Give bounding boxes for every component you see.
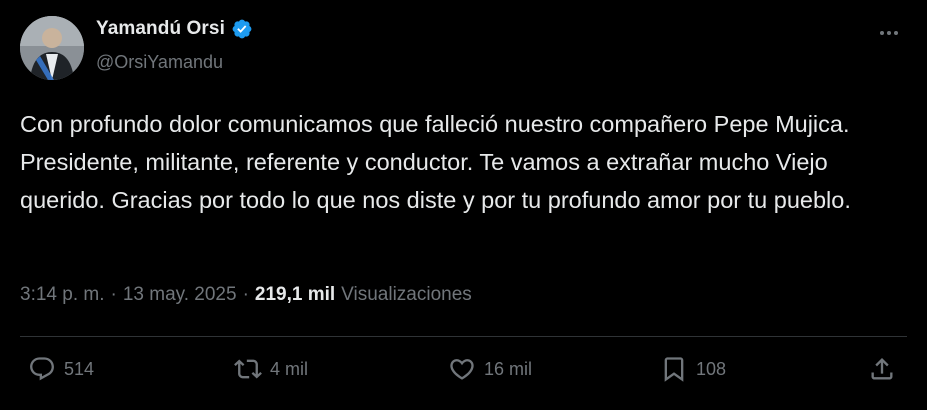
more-options-icon[interactable] [875,22,903,44]
share-button[interactable] [868,355,896,383]
repost-count: 4 mil [270,358,309,379]
tweet-meta: 3:14 p. m. · 13 may. 2025 · 219,1 mil Vi… [20,284,472,306]
like-button[interactable]: 16 mil [448,355,532,383]
share-icon [871,358,893,380]
author-name[interactable]: Yamandú Orsi [96,18,225,40]
verified-badge-icon [231,18,253,40]
views-label: Visualizaciones [341,284,472,305]
reply-icon [30,357,54,381]
tweet-time[interactable]: 3:14 p. m. [20,284,105,306]
divider [20,336,907,337]
meta-separator: · [110,284,117,305]
views-count: 219,1 mil [254,284,336,305]
bookmark-icon [664,357,684,382]
action-bar: 514 4 mil 16 mil 108 [20,355,907,395]
like-icon [450,359,474,380]
like-count: 16 mil [484,358,533,379]
reply-button[interactable]: 514 [28,355,94,383]
reply-count: 514 [64,358,95,379]
meta-separator: · [242,284,249,305]
author-name-row: Yamandú Orsi [96,18,253,40]
repost-icon [234,359,262,379]
author-handle[interactable]: @OrsiYamandu [96,52,223,73]
avatar-image [20,16,84,80]
tweet-date[interactable]: 13 may. 2025 [123,284,237,306]
avatar[interactable] [20,16,84,80]
bookmark-count: 108 [696,358,727,379]
repost-button[interactable]: 4 mil [234,355,308,383]
tweet-text: Con profundo dolor comunicamos que falle… [20,111,851,213]
bookmark-button[interactable]: 108 [660,355,726,383]
